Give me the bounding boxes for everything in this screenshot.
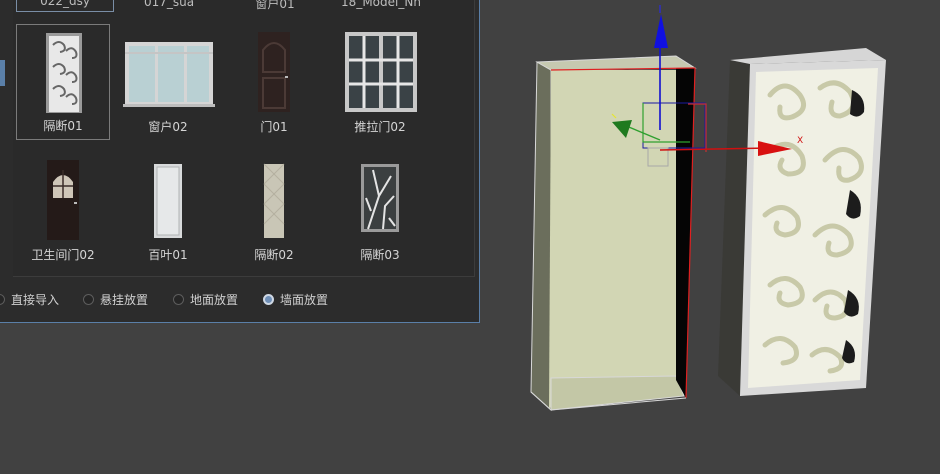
radio-dot-icon (0, 293, 5, 305)
model-tile-window-02[interactable]: 窗户02 (121, 24, 215, 140)
louver-door-icon (154, 164, 182, 238)
top-row-label-4[interactable]: 18_Model_Nh (333, 0, 429, 9)
model-tile-partition-01[interactable]: 隔断01 (16, 24, 110, 140)
radio-dot-icon (173, 293, 184, 305)
radio-label: 地面放置 (190, 292, 239, 307)
model-tile-label: 百叶01 (148, 248, 188, 262)
x-axis-label: X (797, 136, 803, 146)
sliding-door-icon (345, 32, 417, 112)
model-tile-partition-03[interactable]: 隔断03 (333, 152, 427, 268)
model-tile-label: 隔断03 (360, 248, 400, 262)
model-tile-label: 门01 (260, 120, 288, 134)
model-tile-bathroom-door-02[interactable]: 卫生间门02 (16, 152, 110, 268)
wall-block-object[interactable] (530, 55, 697, 412)
radio-label: 墙面放置 (280, 292, 329, 307)
top-row-label-1[interactable]: 022_dsy (16, 0, 114, 12)
top-row-label-2[interactable]: 017_sua (121, 0, 217, 9)
lattice-partition-icon (46, 33, 82, 113)
model-tile-label: 隔断01 (43, 119, 83, 133)
model-tile-sliding-door-02[interactable]: 推拉门02 (333, 24, 427, 140)
radio-dot-icon (83, 293, 94, 305)
model-tile-label: 卫生间门02 (31, 248, 95, 262)
top-row-label-3[interactable]: 窗户01 (227, 0, 323, 12)
panel-partition-icon (263, 163, 285, 238)
radio-label: 悬挂放置 (100, 292, 149, 307)
radio-dot-icon (263, 293, 274, 305)
radio-floor-place[interactable]: 地面放置 (173, 288, 238, 310)
bathroom-door-icon (47, 160, 79, 240)
model-tile-door-01[interactable]: 门01 (227, 24, 321, 140)
model-thumbnail-grid[interactable]: 022_dsy 017_sua 窗户01 18_Model_Nh 隔断01 窗户… (13, 0, 475, 277)
model-tile-louver-01[interactable]: 百叶01 (121, 152, 215, 268)
window-icon (123, 42, 215, 107)
model-library-panel: 022_dsy 017_sua 窗户01 18_Model_Nh 隔断01 窗户… (0, 0, 480, 323)
model-tile-label: 隔断02 (254, 248, 294, 262)
model-tile-label: 窗户02 (148, 120, 188, 134)
door-icon (258, 32, 290, 112)
model-tile-label: 推拉门02 (354, 120, 406, 134)
lattice-partition-object[interactable] (718, 48, 886, 396)
model-tile-partition-02[interactable]: 隔断02 (227, 152, 321, 268)
branch-partition-icon (361, 164, 399, 232)
placement-mode-group: 直接导入 悬挂放置 地面放置 墙面放置 (0, 288, 480, 312)
radio-hang-place[interactable]: 悬挂放置 (83, 288, 148, 310)
radio-direct-import[interactable]: 直接导入 (0, 288, 59, 310)
radio-label: 直接导入 (11, 292, 60, 307)
radio-wall-place[interactable]: 墙面放置 (263, 288, 328, 310)
panel-side-tab[interactable] (0, 60, 5, 86)
